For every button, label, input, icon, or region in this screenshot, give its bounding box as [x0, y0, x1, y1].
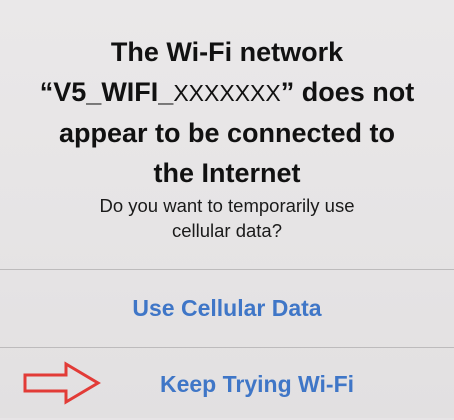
message-line-1: Do you want to temporarily use: [99, 195, 355, 216]
alert-dialog: The Wi-Fi network “V5_WIFI_XXXXXXX” does…: [0, 0, 454, 418]
alert-message: Do you want to temporarily use cellular …: [30, 193, 424, 243]
network-name-masked: XXXXXXX: [173, 80, 281, 106]
title-line-2: “V5_WIFI_XXXXXXX” does not: [20, 72, 434, 113]
arrow-right-icon: [23, 361, 101, 405]
alert-title: The Wi-Fi network “V5_WIFI_XXXXXXX” does…: [20, 32, 434, 193]
title-line-2-suffix: ” does not: [280, 77, 415, 107]
title-line-4: the Internet: [153, 158, 301, 188]
network-name-prefix: “V5_WIFI_: [39, 77, 174, 107]
title-line-3: appear to be connected to: [58, 118, 396, 148]
title-line-1: The Wi-Fi network: [110, 37, 344, 67]
message-line-2: cellular data?: [171, 220, 283, 241]
use-cellular-data-button[interactable]: Use Cellular Data: [0, 270, 454, 347]
